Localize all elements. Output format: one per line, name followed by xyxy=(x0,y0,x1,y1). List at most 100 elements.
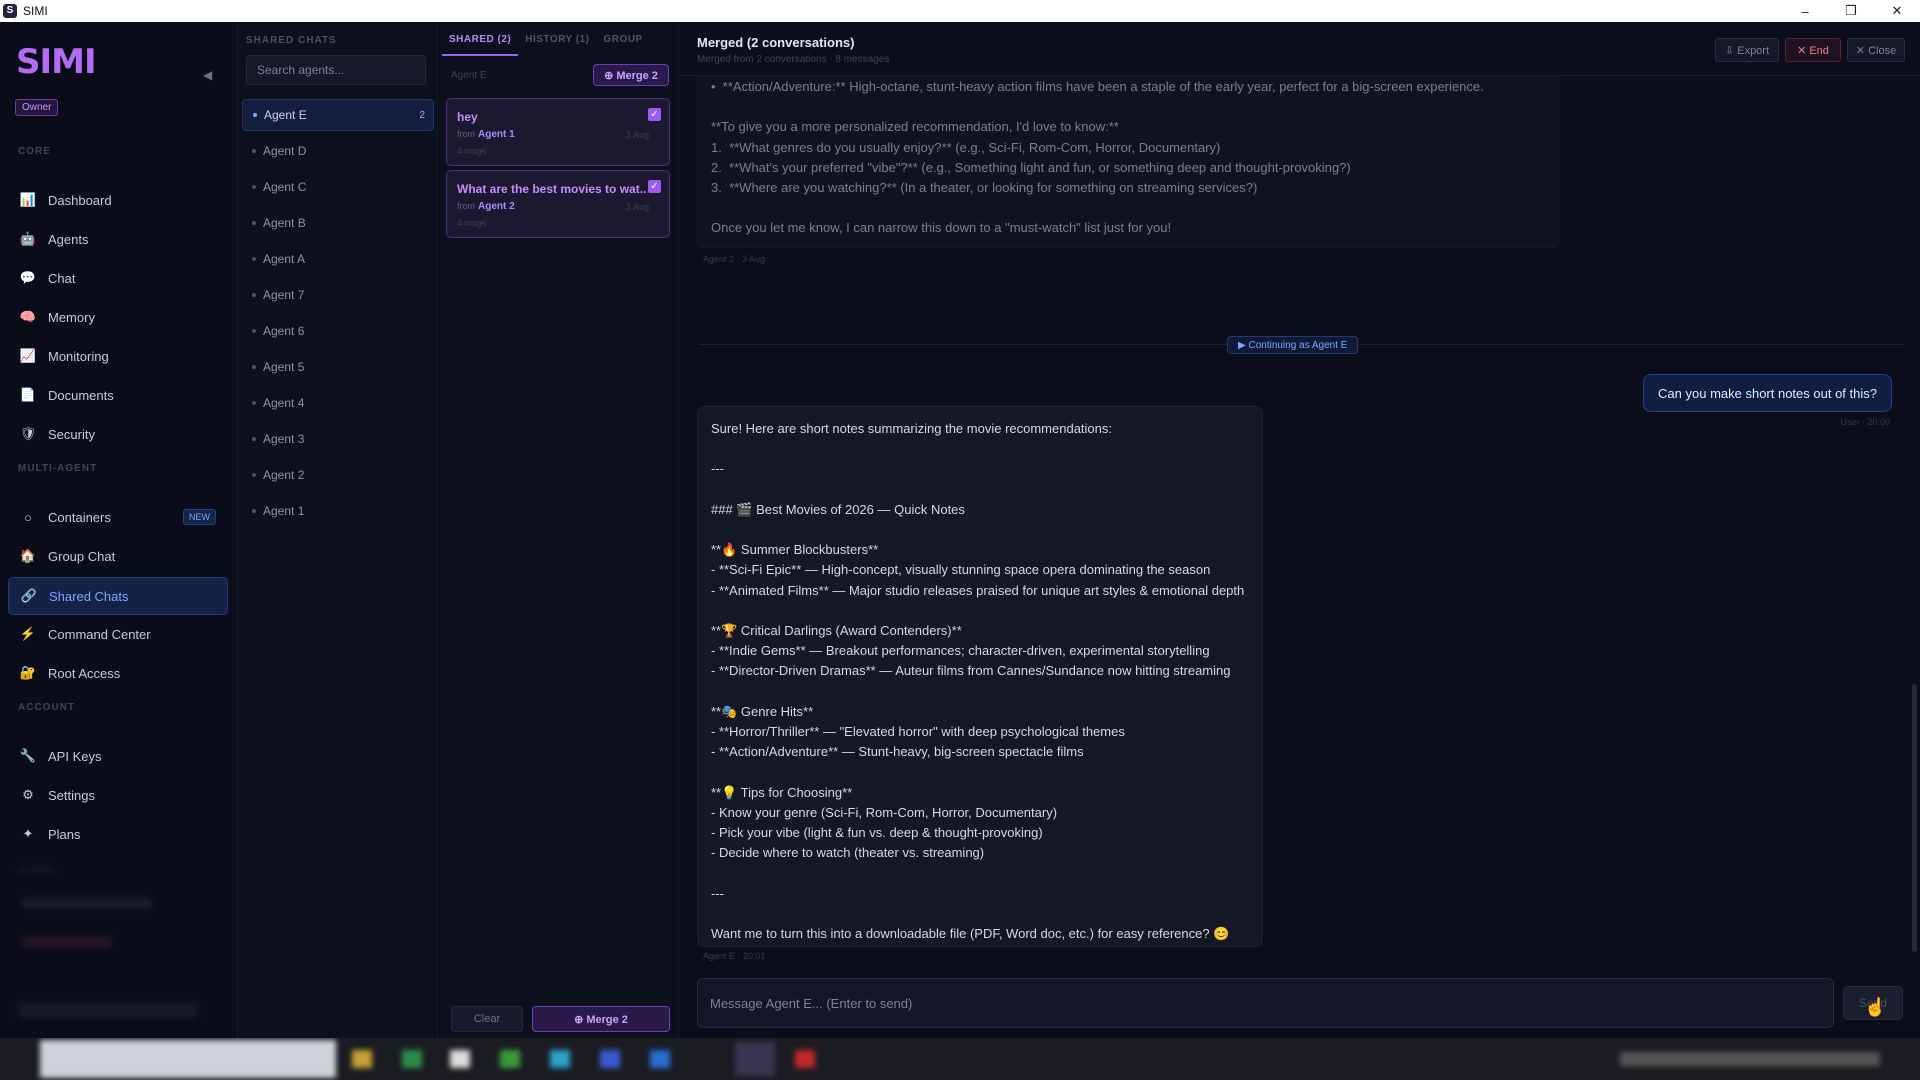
export-button[interactable]: ⇩ Export xyxy=(1715,38,1779,62)
agent-dot-icon xyxy=(252,221,256,225)
tab-history[interactable]: HISTORY (1) xyxy=(518,22,596,56)
ai-message-bubble: Sure! Here are short notes summarizing t… xyxy=(697,406,1263,947)
checkbox-checked-icon[interactable]: ✓ xyxy=(648,108,661,121)
shared-conversations-panel: SHARED (2) HISTORY (1) GROUP Agent E ⊕ M… xyxy=(439,22,679,1038)
new-badge: NEW xyxy=(183,509,216,525)
agent-name: Agent 5 xyxy=(263,360,305,374)
conversation-card[interactable]: What are the best movies to wat... from A… xyxy=(446,170,670,238)
agent-dot-icon xyxy=(253,113,257,117)
nav-monitoring[interactable]: 📈 Monitoring xyxy=(8,338,228,374)
lightning-icon: ⚡ xyxy=(19,626,37,641)
section-label-core: CORE xyxy=(18,146,51,157)
card-from-agent: Agent 1 xyxy=(478,129,515,140)
nav-chat[interactable]: 💬 Chat xyxy=(8,260,228,296)
search-agents-input[interactable] xyxy=(246,55,426,85)
agent-item-7[interactable]: Agent 7 xyxy=(242,279,434,311)
tab-shared[interactable]: SHARED (2) xyxy=(442,22,519,56)
nav-label: Settings xyxy=(48,787,95,803)
agent-item-a[interactable]: Agent A xyxy=(242,243,434,275)
message-meta: Agent 2 · 3 Aug xyxy=(703,254,766,264)
message-meta: Agent E · 20:01 xyxy=(703,951,766,961)
link-icon: 🔗 xyxy=(20,588,38,603)
brain-icon: 🧠 xyxy=(19,309,37,324)
nav-security[interactable]: 🛡 Security xyxy=(8,416,228,452)
nav-dashboard[interactable]: 📊 Dashboard xyxy=(8,182,228,218)
close-window-button[interactable]: ✕ xyxy=(1874,0,1920,22)
agent-item-e[interactable]: Agent E 2 xyxy=(242,99,434,131)
agent-item-3[interactable]: Agent 3 xyxy=(242,423,434,455)
chat-scrollbar[interactable] xyxy=(1912,684,1917,952)
agents-column-title: SHARED CHATS xyxy=(246,35,337,46)
conversation-card[interactable]: hey from Agent 1 3 Aug 4 msgs ✓ xyxy=(446,98,670,166)
nav-group-chat[interactable]: 🏠 Group Chat xyxy=(8,538,228,574)
card-from-agent: Agent 2 xyxy=(478,201,515,212)
maximize-button[interactable]: ❐ xyxy=(1828,0,1874,22)
sparkle-icon: ✦ xyxy=(22,826,34,841)
card-title: hey xyxy=(457,110,478,124)
app-icon xyxy=(600,1050,620,1068)
nav-memory[interactable]: 🧠 Memory xyxy=(8,299,228,335)
nav-shared-chats[interactable]: 🔗 Shared Chats xyxy=(8,577,228,615)
tab-group[interactable]: GROUP xyxy=(596,22,649,56)
app-icon xyxy=(550,1050,570,1068)
clear-button[interactable]: Clear xyxy=(451,1006,523,1032)
agent-name: Agent C xyxy=(263,180,307,194)
card-title: What are the best movies to wat... xyxy=(457,182,647,196)
agent-name: Agent 3 xyxy=(263,432,305,446)
user-message-bubble: Can you make short notes out of this? xyxy=(1643,374,1892,412)
nav-documents[interactable]: 📄 Documents xyxy=(8,377,228,413)
card-message-count: 4 msgs xyxy=(457,218,487,228)
message-list: • **Action/Adventure:** High-octane, stu… xyxy=(680,76,1920,994)
nav-settings[interactable]: ⚙ Settings xyxy=(8,777,228,813)
nav-plans[interactable]: ✦ Plans xyxy=(8,816,228,852)
document-icon: 📄 xyxy=(19,387,37,402)
wrench-icon: 🔧 xyxy=(19,748,37,763)
agent-name: Agent 7 xyxy=(263,288,305,302)
card-message-count: 4 msgs xyxy=(457,146,487,156)
agent-count-badge: 2 xyxy=(419,109,425,121)
agent-item-c[interactable]: Agent C xyxy=(242,171,434,203)
nav-label: API Keys xyxy=(48,748,102,764)
merge-button-bottom[interactable]: ⊕ Merge 2 xyxy=(532,1006,670,1032)
merge-button-top[interactable]: ⊕ Merge 2 xyxy=(593,64,669,86)
agent-item-4[interactable]: Agent 4 xyxy=(242,387,434,419)
section-label-admin: ADMIN xyxy=(18,865,56,876)
checkbox-checked-icon[interactable]: ✓ xyxy=(648,180,661,193)
agent-item-d[interactable]: Agent D xyxy=(242,135,434,167)
ai-message-bubble: • **Action/Adventure:** High-octane, stu… xyxy=(697,76,1559,248)
agent-dot-icon xyxy=(252,329,256,333)
chat-subtitle: Merged from 2 conversations · 8 messages xyxy=(697,54,890,65)
nav-api-keys[interactable]: 🔧 API Keys xyxy=(8,738,228,774)
panel-tabs: SHARED (2) HISTORY (1) GROUP xyxy=(439,22,679,56)
agent-dot-icon xyxy=(252,293,256,297)
panel-agent-label: Agent E xyxy=(451,70,487,81)
nav-agents[interactable]: 🤖 Agents xyxy=(8,221,228,257)
nav-command-center[interactable]: ⚡ Command Center xyxy=(8,616,228,652)
agent-item-2[interactable]: Agent 2 xyxy=(242,459,434,491)
end-button[interactable]: ✕ End xyxy=(1785,38,1841,62)
agent-item-b[interactable]: Agent B xyxy=(242,207,434,239)
app-icon xyxy=(650,1050,670,1068)
agent-dot-icon xyxy=(252,509,256,513)
minimize-button[interactable]: – xyxy=(1782,0,1828,22)
message-input[interactable] xyxy=(697,978,1834,1028)
collapse-sidebar-icon[interactable]: ◀ xyxy=(203,68,212,82)
gear-icon: ⚙ xyxy=(22,787,34,802)
nav-containers[interactable]: ○ Containers NEW xyxy=(8,499,228,535)
continuing-as-badge: ▶ Continuing as Agent E xyxy=(1227,336,1359,354)
agent-item-5[interactable]: Agent 5 xyxy=(242,351,434,383)
agent-item-6[interactable]: Agent 6 xyxy=(242,315,434,347)
blurred-admin-item xyxy=(22,898,152,908)
section-label-account: ACCOUNT xyxy=(18,702,75,713)
chat-header: Merged (2 conversations) Merged from 2 c… xyxy=(680,22,1920,76)
nav-root-access[interactable]: 🔐 Root Access xyxy=(8,655,228,691)
nav-label: Command Center xyxy=(48,626,151,642)
nav-label: Root Access xyxy=(48,665,121,681)
agents-column: SHARED CHATS Agent E 2 Agent D Agent C Ag… xyxy=(238,22,438,1038)
robot-icon: 🤖 xyxy=(19,231,37,246)
agent-item-1[interactable]: Agent 1 xyxy=(242,495,434,527)
window-controls: – ❐ ✕ xyxy=(1782,0,1920,22)
window-titlebar: S SIMI – ❐ ✕ xyxy=(0,0,1920,22)
blurred-taskbar-area xyxy=(40,1040,336,1078)
close-chat-button[interactable]: ✕ Close xyxy=(1847,38,1905,62)
